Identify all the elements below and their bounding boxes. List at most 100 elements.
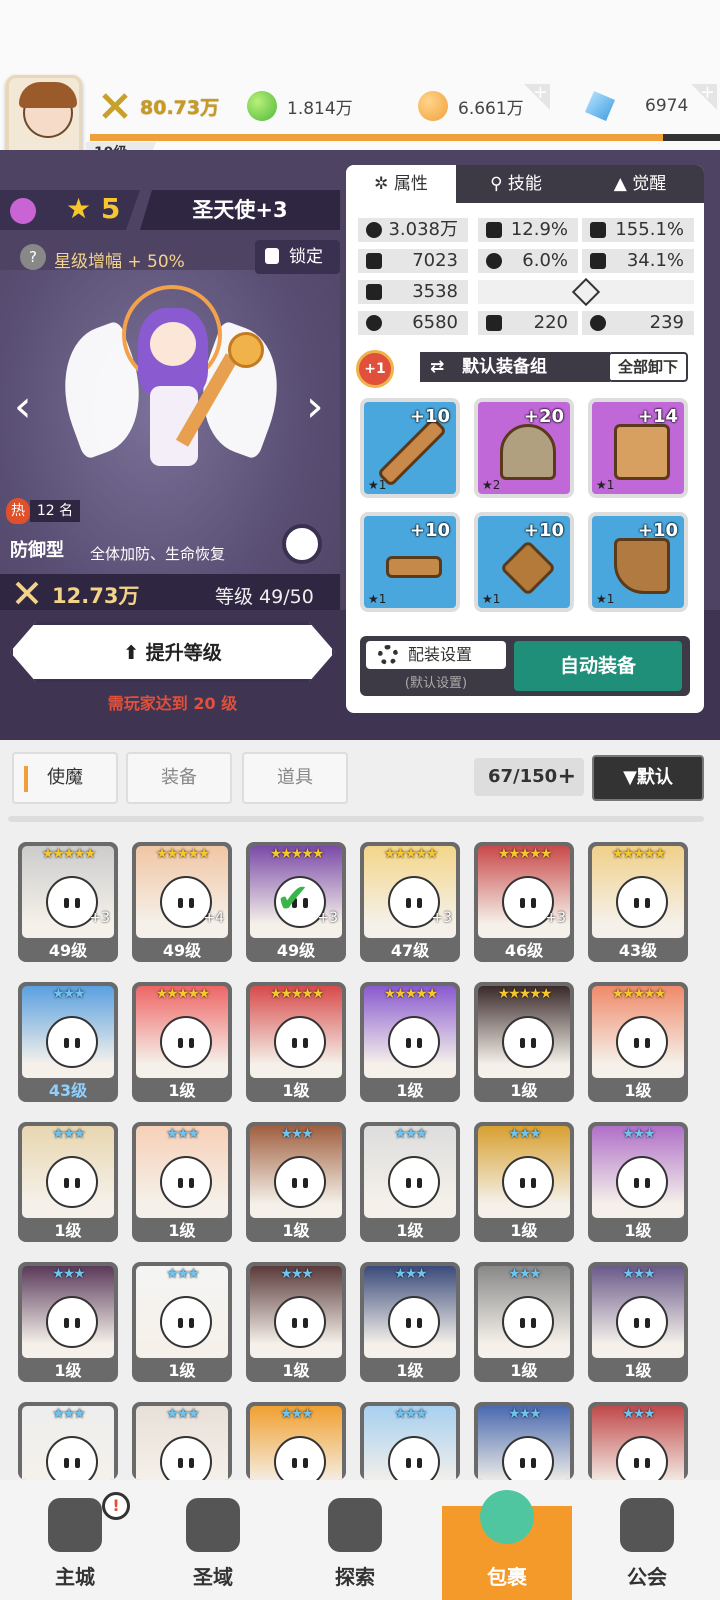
swap-icon[interactable] <box>282 524 322 564</box>
familiar-card[interactable]: ★★★ 1级 <box>246 1262 346 1382</box>
familiar-card[interactable]: ★★★ 1级 <box>588 1262 688 1382</box>
equip-group-selector[interactable]: ⇄ 默认装备组 <box>420 352 610 382</box>
familiar-card[interactable]: ★★★ 1级 <box>132 1122 232 1242</box>
familiar-card[interactable]: ★★★★★ +3 47级 <box>360 842 460 962</box>
help-icon[interactable]: ? <box>20 244 46 270</box>
familiar-plus: +4 <box>203 910 224 926</box>
familiar-card[interactable]: ★★★ 1级 <box>360 1262 460 1382</box>
inv-tab-equipment[interactable]: 装备 <box>126 752 232 804</box>
equip-slot-boots[interactable]: +10 ★1 <box>588 512 688 612</box>
crossed-swords-icon <box>15 581 39 605</box>
familiar-stars: ★★★ <box>52 1126 86 1142</box>
hot-icon: 热 <box>6 498 30 524</box>
familiar-card[interactable]: ★★★ 1级 <box>360 1122 460 1242</box>
equip-level: +14 <box>637 406 678 427</box>
familiar-card[interactable]: ★★★ 1级 <box>132 1262 232 1382</box>
familiar-card[interactable]: ★★★ 1级 <box>18 1122 118 1242</box>
equip-stars: ★2 <box>482 478 501 492</box>
config-settings-button[interactable]: 配装设置 <box>366 641 506 669</box>
tab-skills[interactable]: ⚲ 技能 <box>456 165 576 203</box>
familiar-stars: ★★★★★ <box>497 846 553 862</box>
boots-icon <box>614 538 670 594</box>
familiar-card[interactable]: ★★★★★ 1级 <box>132 982 232 1102</box>
diamond-currency[interactable]: 6974 + <box>585 84 717 124</box>
familiar-card[interactable]: ★★★ 1级 <box>588 1122 688 1242</box>
familiar-card[interactable]: ★★★ <box>360 1402 460 1480</box>
equip-slot-necklace[interactable]: +10 ★1 <box>474 512 574 612</box>
equip-slot-helmet[interactable]: +20 ★2 <box>474 398 574 498</box>
familiar-card[interactable]: ★★★★★ 1级 <box>360 982 460 1102</box>
nav-label: 圣域 <box>193 1565 233 1589</box>
familiar-card[interactable]: ★★★★★ +3 49级 <box>18 842 118 962</box>
familiar-card[interactable]: ★★★★★ 43级 <box>588 842 688 962</box>
nav-guild[interactable]: 公会 <box>582 1480 712 1600</box>
skills-icon: ⚲ <box>490 174 508 194</box>
familiar-card[interactable]: ★★★ <box>132 1402 232 1480</box>
familiar-face <box>616 876 668 928</box>
sort-dropdown[interactable]: ▼默认 <box>592 755 704 801</box>
stat-res-value: 6580 <box>412 312 458 333</box>
green-currency-value: 1.814万 <box>287 98 353 119</box>
nav-sword-stone[interactable]: 探索 <box>290 1480 420 1600</box>
familiar-card[interactable]: ★★★ 1级 <box>474 1262 574 1382</box>
nav-castle[interactable]: 主城! <box>10 1480 140 1600</box>
equip-stars: ★1 <box>482 592 501 606</box>
familiar-card[interactable]: ★★★ <box>246 1402 346 1480</box>
familiar-card[interactable]: ★★★ <box>474 1402 574 1480</box>
equip-slot-armor[interactable]: +14 ★1 <box>588 398 688 498</box>
top-resource-bar <box>0 0 720 150</box>
hero-type: 防御型 <box>10 540 64 561</box>
familiar-card[interactable]: ★★★ 43级 <box>18 982 118 1102</box>
lock-button[interactable]: 锁定 <box>255 240 340 274</box>
stat-hit: 6.0% <box>478 249 578 273</box>
add-diamond-button[interactable]: + <box>691 84 717 110</box>
config-sub: (默认设置) <box>404 676 468 691</box>
familiar-face <box>502 1436 554 1480</box>
familiar-card[interactable]: ★★★ <box>588 1402 688 1480</box>
tab-attributes[interactable]: ✲ 属性 <box>346 165 456 203</box>
familiar-card[interactable]: ★★★★★ +3 49级 ✔ <box>246 842 346 962</box>
gold-value: 6.661万 <box>458 98 524 119</box>
familiar-face <box>46 1296 98 1348</box>
add-gold-button[interactable]: + <box>524 84 550 110</box>
familiar-face <box>160 1436 212 1480</box>
familiar-level: 1级 <box>624 1221 652 1240</box>
inv-tab-familiars[interactable]: 使魔 <box>12 752 118 804</box>
moon-element-icon <box>10 198 36 224</box>
familiar-face <box>274 1296 326 1348</box>
nav-bag[interactable]: 包裹 <box>442 1490 572 1600</box>
auto-equip-button[interactable]: 自动装备 <box>514 641 682 691</box>
familiar-card[interactable]: ★★★★★ 1级 <box>246 982 346 1102</box>
equip-slot-weapon[interactable]: +10 ★1 <box>360 398 460 498</box>
familiar-card[interactable]: ★★★ 1级 <box>246 1122 346 1242</box>
nav-label: 包裹 <box>487 1565 527 1589</box>
equip-slot-belt[interactable]: +10 ★1 <box>360 512 460 612</box>
swirl-icon <box>366 315 382 331</box>
familiar-card[interactable]: ★★★★★ +4 49级 <box>132 842 232 962</box>
equip-level: +10 <box>523 520 564 541</box>
up-arrow-icon: ⬆ <box>123 642 146 664</box>
familiar-face <box>388 1016 440 1068</box>
tab-awaken[interactable]: ▲ 觉醒 <box>576 165 704 203</box>
unequip-all-button[interactable]: 全部卸下 <box>608 352 688 382</box>
next-hero-arrow-icon[interactable]: › <box>306 385 330 429</box>
familiar-stars: ★★★ <box>622 1406 656 1422</box>
capacity-counter[interactable]: 67/150 + <box>474 758 584 796</box>
familiar-card[interactable]: ★★★ <box>18 1402 118 1480</box>
warning-icon <box>571 277 601 307</box>
familiar-card[interactable]: ★★★★★ 1级 <box>588 982 688 1102</box>
familiar-face <box>502 1296 554 1348</box>
familiar-card[interactable]: ★★★★★ 1级 <box>474 982 574 1102</box>
gold-currency[interactable]: 6.661万 + <box>418 84 550 124</box>
familiar-card[interactable]: ★★★ 1级 <box>474 1122 574 1242</box>
familiar-card[interactable]: ★★★ 1级 <box>18 1262 118 1382</box>
inv-tab-items[interactable]: 道具 <box>242 752 348 804</box>
familiar-stars: ★★★ <box>52 986 86 1002</box>
familiar-face <box>46 1156 98 1208</box>
nav-vortex[interactable]: 圣域 <box>148 1480 278 1600</box>
stat-def-value: 3538 <box>412 281 458 302</box>
wing-icon <box>590 253 606 269</box>
nav-label: 主城 <box>55 1565 95 1589</box>
familiar-card[interactable]: ★★★★★ +3 46级 <box>474 842 574 962</box>
prev-hero-arrow-icon[interactable]: ‹ <box>14 385 38 429</box>
